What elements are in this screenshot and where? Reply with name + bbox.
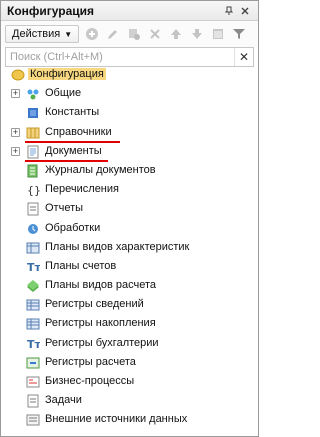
tree-root[interactable]: Конфигурация [1, 65, 258, 84]
external-data-sources-icon [26, 413, 40, 427]
expand-icon[interactable]: + [11, 127, 20, 137]
calculation-registers-icon [26, 356, 40, 370]
actions-label: Действия [12, 28, 61, 40]
tree-item[interactable]: Регистры сведений [1, 295, 258, 314]
tree-item-label: Планы видов характеристик [45, 240, 190, 253]
close-icon[interactable] [238, 4, 252, 18]
chart-of-accounts-icon: Tт [26, 260, 42, 274]
tree-item-label: Отчеты [45, 202, 84, 215]
enumerations-icon: {} [26, 183, 41, 197]
tree-item-label: Задачи [45, 394, 82, 407]
reports-icon [26, 202, 40, 216]
tree-item-label: Регистры сведений [45, 298, 144, 311]
tree-item-label: Бизнес-процессы [45, 375, 135, 387]
catalogs-icon [26, 126, 40, 140]
expand-icon[interactable]: + [11, 146, 20, 156]
add-icon[interactable] [83, 25, 101, 43]
svg-text:{}: {} [27, 184, 40, 197]
configuration-icon [11, 68, 25, 82]
business-processes-icon [26, 375, 40, 389]
constants-icon [26, 106, 40, 120]
tree-item-label: Константы [45, 106, 100, 119]
tree-item-label: Внешние источники данных [45, 413, 188, 426]
tree-item[interactable]: Регистры расчета [1, 353, 258, 372]
tree-item[interactable]: + Общие [1, 84, 258, 103]
svg-text:Tт: Tт [27, 261, 40, 274]
tree-item[interactable]: + Документы [1, 142, 258, 162]
document-journals-icon [26, 164, 40, 178]
configuration-window: Конфигурация Действия ▼ Поиск (Ctrl+Alt+… [0, 0, 259, 437]
tree-item[interactable]: Tт Регистры бухгалтерии [1, 334, 258, 353]
tree-item[interactable]: Отчеты [1, 199, 258, 218]
search-box: ✕ [5, 47, 254, 67]
tree-item-label: Регистры накопления [45, 317, 156, 330]
window-title: Конфигурация [7, 3, 95, 18]
filter-icon[interactable] [230, 25, 248, 43]
tree-item[interactable]: Задачи [1, 391, 258, 410]
tree-item-label: Планы счетов [45, 259, 117, 272]
search-input[interactable] [6, 48, 234, 66]
tree-item[interactable]: Обработки [1, 219, 258, 238]
copy-icon[interactable] [125, 25, 143, 43]
svg-text:Tт: Tт [27, 338, 40, 351]
tree-item[interactable]: Внешние источники данных [1, 410, 258, 429]
tree-item[interactable]: Регистры накопления [1, 314, 258, 333]
tree-item-label: Общие [45, 87, 82, 100]
move-down-icon[interactable] [188, 25, 206, 43]
tree-item[interactable]: Бизнес-процессы [1, 372, 258, 391]
documents-icon [26, 145, 40, 159]
accounting-registers-icon: Tт [26, 337, 42, 351]
move-up-icon[interactable] [167, 25, 185, 43]
toolbar: Действия ▼ [1, 21, 258, 47]
information-registers-icon [26, 298, 40, 312]
data-processors-icon [26, 222, 40, 236]
title-bar: Конфигурация [1, 1, 258, 21]
panel-icon[interactable] [209, 25, 227, 43]
expand-icon[interactable]: + [11, 89, 20, 99]
tree-root-label: Конфигурация [28, 68, 106, 80]
common-icon [26, 87, 40, 101]
tree-item[interactable]: Tт Планы счетов [1, 257, 258, 276]
chart-of-characteristic-types-icon [26, 241, 40, 255]
tasks-icon [26, 394, 40, 408]
tree-item-label: Журналы документов [45, 163, 156, 176]
chevron-down-icon: ▼ [64, 29, 73, 39]
tree-item-label: Документы [45, 144, 102, 157]
tree-item-label: Справочники [45, 125, 112, 138]
tree-item[interactable]: Планы видов характеристик [1, 238, 258, 257]
tree-item[interactable]: + Справочники [1, 123, 258, 143]
edit-icon[interactable] [104, 25, 122, 43]
tree-item[interactable]: Журналы документов [1, 161, 258, 180]
tree-item-label: Обработки [45, 221, 101, 234]
clear-search-icon[interactable]: ✕ [234, 48, 253, 66]
pin-icon[interactable] [222, 4, 236, 18]
tree-item-label: Перечисления [45, 183, 119, 196]
actions-button[interactable]: Действия ▼ [5, 25, 80, 43]
tree-item-label: Планы видов расчета [45, 279, 157, 292]
configuration-tree: Конфигурация + Общие Константы + Справочники… [1, 65, 258, 430]
chart-of-calculation-types-icon [26, 279, 40, 293]
tree-item[interactable]: Планы видов расчета [1, 276, 258, 295]
tree-item[interactable]: {} Перечисления [1, 180, 258, 199]
tree-item-label: Регистры бухгалтерии [45, 336, 159, 349]
tree-item[interactable]: Константы [1, 103, 258, 122]
tree-item-label: Регистры расчета [45, 355, 136, 368]
accumulation-registers-icon [26, 317, 40, 331]
delete-icon[interactable] [146, 25, 164, 43]
